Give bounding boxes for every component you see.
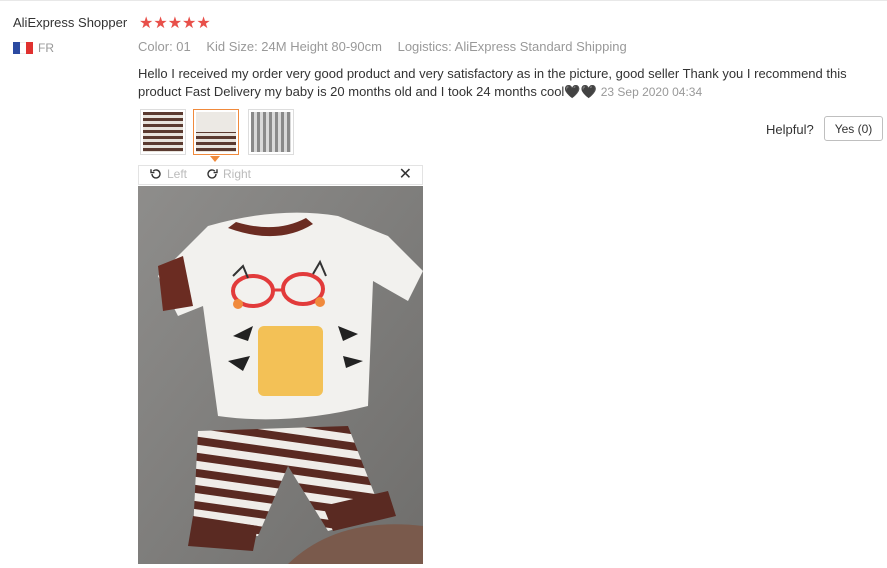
rotate-left-label: Left <box>167 167 188 181</box>
review-text-block: Hello I received my order very good prod… <box>138 65 858 101</box>
order-attributes: Color: 01 Kid Size: 24M Height 80-90cm L… <box>138 39 639 54</box>
photo-thumbnail-2[interactable] <box>193 109 239 155</box>
review-text: Hello I received my order very good prod… <box>138 66 847 99</box>
reviewer-name: AliExpress Shopper <box>13 15 128 30</box>
reviewer-country: FR <box>38 41 54 55</box>
france-flag-icon <box>13 42 34 54</box>
active-thumbnail-caret <box>210 156 220 162</box>
rotate-left-icon <box>150 169 161 179</box>
rotate-right-button[interactable]: Right <box>205 167 251 181</box>
photo-thumbnail-1[interactable] <box>140 109 186 155</box>
close-icon[interactable]: ✕ <box>399 166 412 184</box>
attr-size: Kid Size: 24M Height 80-90cm <box>206 39 382 54</box>
rotate-left-button[interactable]: Left <box>149 167 187 181</box>
review-date: 23 Sep 2020 04:34 <box>600 85 703 99</box>
photo-thumbnail-3[interactable] <box>248 109 294 155</box>
helpful-yes-button[interactable]: Yes (0) <box>824 116 883 141</box>
helpful-label: Helpful? <box>766 122 814 137</box>
rotate-right-label: Right <box>223 167 252 181</box>
review-photo <box>138 186 423 564</box>
rotate-right-icon <box>207 169 218 179</box>
image-viewer-toolbar: Left Right ✕ <box>138 165 423 185</box>
review-photo-image <box>138 186 423 564</box>
divider <box>0 0 887 1</box>
star-rating: ★★★★★ <box>139 15 211 32</box>
attr-logistics: Logistics: AliExpress Standard Shipping <box>397 39 627 54</box>
attr-color: Color: 01 <box>138 39 191 54</box>
